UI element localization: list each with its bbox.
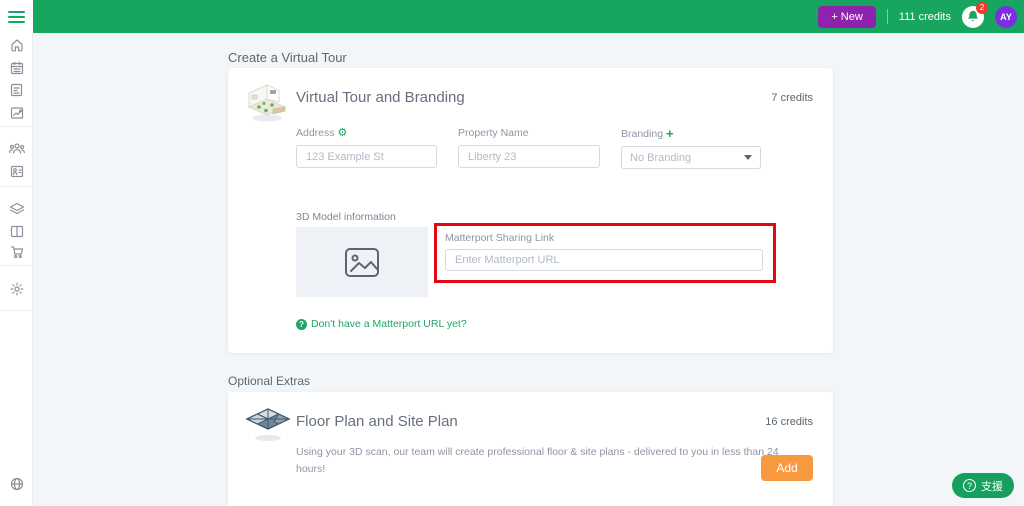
- new-button[interactable]: + New: [818, 5, 876, 28]
- document-icon: [10, 83, 23, 97]
- tour-form-row: Address ⚙ Property Name Branding + No Br…: [296, 127, 761, 169]
- team-icon: [8, 142, 25, 154]
- credits-counter[interactable]: 111 credits: [899, 11, 951, 23]
- box-3d-icon: [9, 202, 24, 214]
- matterport-help-link[interactable]: ? Don't have a Matterport URL yet?: [296, 318, 467, 330]
- avatar[interactable]: AY: [995, 5, 1017, 28]
- address-settings-icon[interactable]: ⚙: [338, 127, 348, 139]
- notification-badge: 2: [976, 1, 988, 14]
- property-name-input[interactable]: [458, 145, 600, 168]
- property-name-label: Property Name: [458, 127, 529, 139]
- sidebar-item-language[interactable]: [0, 475, 33, 493]
- sidebar-item-settings[interactable]: [0, 280, 33, 298]
- sidebar-item-documents[interactable]: [0, 81, 33, 99]
- matterport-link-label: Matterport Sharing Link: [445, 232, 555, 244]
- notifications-button[interactable]: 2: [962, 1, 988, 28]
- branding-label: Branding +: [621, 126, 674, 141]
- sidebar-item-team[interactable]: [0, 139, 33, 157]
- chevron-down-icon: [744, 155, 752, 160]
- help-icon: ?: [963, 479, 976, 492]
- sidebar-divider: [0, 265, 33, 266]
- chart-icon: [10, 107, 23, 119]
- calendar-icon: [10, 61, 23, 75]
- card-title: Floor Plan and Site Plan: [296, 413, 458, 430]
- page-title: Create a Virtual Tour: [228, 50, 347, 65]
- sidebar-item-3d-models[interactable]: [0, 199, 33, 217]
- floor-plan-illustration-icon: [245, 408, 291, 441]
- add-floor-plan-button[interactable]: Add: [761, 455, 813, 481]
- hamburger-menu-button[interactable]: [0, 0, 33, 33]
- address-field-group: Address ⚙: [296, 127, 437, 169]
- columns-icon: [10, 225, 23, 237]
- sidebar-item-contacts[interactable]: [0, 162, 33, 180]
- sidebar-divider: [0, 186, 33, 187]
- question-icon: ?: [296, 318, 307, 330]
- sidebar-item-home[interactable]: [0, 36, 33, 54]
- floor-plan-description: Using your 3D scan, our team will create…: [296, 446, 779, 476]
- branding-add-icon[interactable]: +: [666, 127, 674, 140]
- address-input[interactable]: [296, 145, 437, 168]
- card-title: Virtual Tour and Branding: [296, 89, 465, 106]
- topbar-divider: [886, 9, 888, 24]
- support-button[interactable]: ? 支援: [952, 473, 1014, 498]
- globe-icon: [10, 477, 23, 491]
- matterport-highlight-box: Matterport Sharing Link: [434, 223, 776, 283]
- app-window: + New 111 credits 2 AY Create a Virtual …: [0, 0, 1024, 506]
- sidebar: [0, 0, 33, 506]
- sidebar-item-calendar[interactable]: [0, 59, 33, 77]
- card-credits: 7 credits: [771, 92, 813, 104]
- branding-field-group: Branding + No Branding: [621, 127, 761, 169]
- cart-icon: [10, 246, 23, 259]
- card-credits: 16 credits: [765, 416, 813, 428]
- matterport-url-input[interactable]: [445, 249, 763, 271]
- model-section-label: 3D Model information: [296, 211, 396, 223]
- virtual-tour-illustration-icon: [248, 84, 286, 122]
- hamburger-icon: [8, 10, 25, 13]
- property-name-field-group: Property Name: [458, 127, 600, 169]
- id-card-icon: [10, 165, 23, 177]
- virtual-tour-card: Virtual Tour and Branding 7 credits Addr…: [228, 68, 833, 353]
- optional-extras-label: Optional Extras: [228, 374, 311, 388]
- sidebar-divider: [0, 310, 33, 311]
- address-label: Address ⚙: [296, 126, 348, 139]
- sidebar-divider: [0, 126, 33, 127]
- model-thumbnail-placeholder[interactable]: [296, 227, 428, 297]
- home-icon: [10, 39, 23, 52]
- settings-icon: [10, 282, 23, 296]
- image-placeholder-icon: [345, 247, 379, 277]
- branding-select[interactable]: No Branding: [621, 146, 761, 169]
- sidebar-item-gallery[interactable]: [0, 222, 33, 240]
- floor-plan-card: Floor Plan and Site Plan 16 credits Usin…: [228, 392, 833, 506]
- topbar: + New 111 credits 2 AY: [33, 0, 1024, 33]
- sidebar-item-analytics[interactable]: [0, 104, 33, 122]
- sidebar-item-cart[interactable]: [0, 243, 33, 261]
